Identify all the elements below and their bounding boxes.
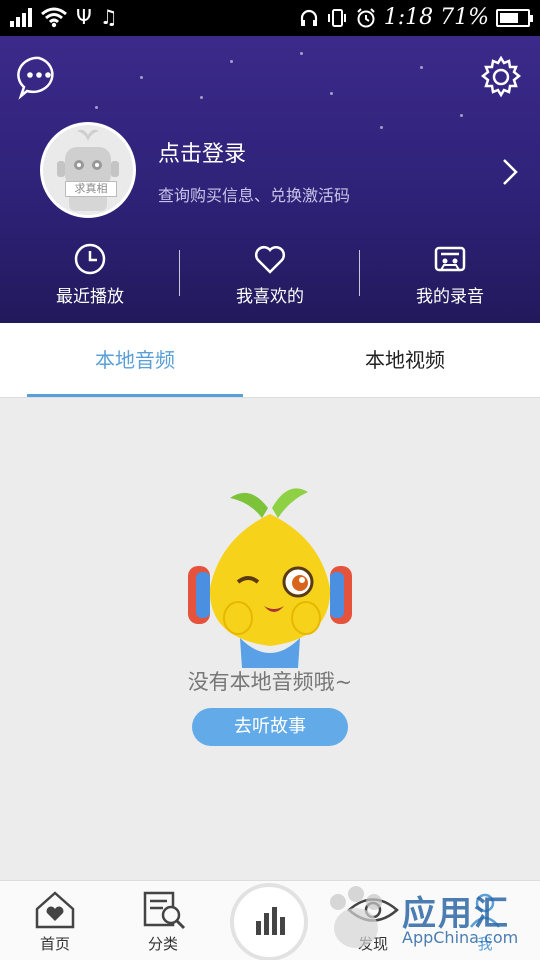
user-icon [470, 893, 500, 928]
mascot-illustration [188, 488, 352, 668]
usb-icon: Ψ [76, 5, 92, 29]
quick-label: 我喜欢的 [236, 287, 304, 307]
vibrate-icon [327, 8, 346, 27]
nav-discover[interactable]: 发现 [318, 881, 428, 960]
signal-icon [10, 7, 32, 27]
quick-recordings[interactable]: 我的录音 [360, 236, 540, 316]
quick-favorites[interactable]: 我喜欢的 [180, 236, 360, 316]
audio-bars-icon [256, 907, 285, 935]
tab-local-audio[interactable]: 本地音频 [0, 323, 270, 398]
gear-icon [480, 55, 522, 98]
quick-recent-play[interactable]: 最近播放 [0, 236, 180, 316]
empty-message: 没有本地音频哦~ [187, 670, 353, 694]
status-left: Ψ ♫ [10, 6, 118, 28]
headphones-icon [300, 9, 317, 26]
eye-icon [347, 898, 399, 922]
home-icon [35, 891, 75, 929]
heart-icon [254, 245, 286, 274]
avatar[interactable]: 求真相 [40, 122, 136, 218]
robot-avatar-icon [57, 129, 119, 211]
status-right: 1:18 71% [299, 5, 533, 30]
chat-bubble-icon [17, 56, 54, 100]
nav-me[interactable]: 我 [430, 881, 540, 960]
active-tab-indicator [27, 394, 243, 397]
category-icon [143, 891, 186, 930]
listen-stories-button[interactable]: 去听故事 [192, 708, 348, 746]
music-icon: ♫ [99, 5, 118, 29]
status-time-battery: 1:18 71% [383, 5, 489, 30]
alarm-icon [356, 7, 375, 27]
now-playing-button[interactable] [230, 883, 308, 960]
login-subtitle: 查询购买信息、兑换激活码 [158, 186, 351, 205]
nav-label: 首页 [39, 935, 70, 953]
bottom-nav: 首页 分类 发现 我 [0, 880, 540, 960]
nav-home[interactable]: 首页 [0, 881, 110, 960]
cassette-icon [434, 246, 466, 272]
battery-icon [496, 8, 533, 27]
status-bar: Ψ ♫ 1:18 71% [0, 0, 540, 36]
quick-label: 最近播放 [56, 287, 124, 307]
clock-icon [74, 243, 106, 275]
avatar-badge: 求真相 [65, 181, 117, 197]
battery-level [500, 12, 519, 23]
chevron-right-icon[interactable] [500, 156, 520, 188]
tab-local-video[interactable]: 本地视频 [270, 323, 540, 398]
quick-actions: 最近播放 我喜欢的 我的录音 [0, 236, 540, 316]
message-button[interactable] [16, 54, 62, 100]
login-title[interactable]: 点击登录 [158, 136, 246, 168]
quick-label: 我的录音 [416, 287, 484, 307]
nav-category[interactable]: 分类 [108, 881, 218, 960]
media-tabs: 本地音频 本地视频 [0, 323, 540, 398]
profile-header: 求真相 点击登录 查询购买信息、兑换激活码 最近播放 我喜欢的 我的录音 [0, 36, 540, 323]
wifi-icon [41, 7, 67, 28]
settings-button[interactable] [478, 54, 524, 100]
nav-label: 发现 [357, 935, 388, 953]
nav-label: 分类 [147, 935, 178, 953]
nav-label: 我 [477, 935, 493, 953]
